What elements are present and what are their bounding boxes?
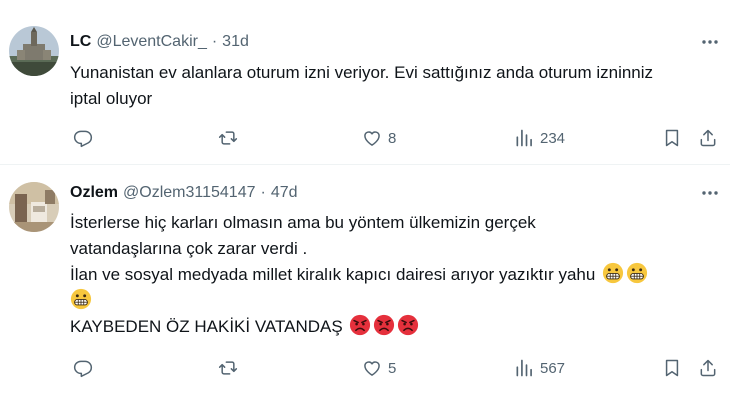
- tweet-header: LC @LeventCakir_ · 31d: [70, 32, 249, 52]
- like-count: 5: [388, 359, 397, 377]
- angry-face-emoji: [349, 314, 371, 336]
- tweet-text-line-with-emoji: KAYBEDEN ÖZ HAKİKİ VATANDAŞ: [70, 314, 720, 340]
- timestamp[interactable]: 47d: [271, 184, 298, 202]
- tweet-text-segment: KAYBEDEN ÖZ HAKİKİ VATANDAŞ: [70, 317, 343, 336]
- tweet[interactable]: Ozlem @Ozlem31154147 · 47d İsterlerse hi…: [0, 166, 730, 420]
- more-icon[interactable]: [700, 183, 720, 203]
- tweet-emoji-line: [70, 288, 720, 314]
- username-handle[interactable]: @Ozlem31154147: [123, 184, 255, 202]
- tweet-text: İsterlerse hiç karları olmasın ama bu yö…: [70, 210, 720, 340]
- share-button[interactable]: [698, 357, 718, 379]
- tweet-actions: 5 567: [70, 357, 722, 379]
- angry-face-emoji: [397, 314, 419, 336]
- like-button[interactable]: 8: [362, 127, 396, 149]
- tweet-header: Ozlem @Ozlem31154147 · 47d: [70, 183, 298, 203]
- bookmark-button[interactable]: [662, 127, 682, 149]
- tweet-text: Yunanistan ev alanlara oturum izni veriy…: [70, 60, 720, 112]
- more-icon[interactable]: [700, 32, 720, 52]
- tweet-text-line: vatandaşlarına çok zarar verdi .: [70, 239, 308, 258]
- grimacing-face-emoji: [70, 288, 92, 310]
- bookmark-button[interactable]: [662, 357, 682, 379]
- separator-dot: ·: [260, 184, 266, 201]
- separator-dot: ·: [211, 33, 218, 50]
- heart-icon: [364, 131, 380, 146]
- reply-icon: [73, 360, 93, 378]
- tweet-text-line: iptal oluyor: [70, 89, 153, 108]
- bookmark-icon: [665, 359, 679, 377]
- timestamp[interactable]: 31d: [222, 33, 249, 51]
- reply-icon: [73, 130, 93, 148]
- view-count: 234: [540, 129, 566, 147]
- views-button[interactable]: 567: [514, 357, 565, 379]
- angry-face-emoji: [373, 314, 395, 336]
- retweet-icon: [218, 131, 238, 145]
- username-handle[interactable]: @LeventCakir_: [96, 33, 207, 51]
- tweet-text-line-with-emoji: İlan ve sosyal medyada millet kiralık ka…: [70, 262, 720, 288]
- share-button[interactable]: [698, 127, 718, 149]
- retweet-button[interactable]: [218, 357, 238, 379]
- display-name[interactable]: Ozlem: [70, 184, 118, 202]
- avatar[interactable]: [9, 26, 59, 76]
- like-count: 8: [388, 129, 397, 147]
- grimacing-face-emoji: [626, 262, 648, 284]
- share-icon: [700, 129, 716, 147]
- like-button[interactable]: 5: [362, 357, 396, 379]
- tweet-text-line: Yunanistan ev alanlara oturum izni veriy…: [70, 63, 654, 82]
- view-count: 567: [540, 359, 566, 377]
- heart-icon: [364, 361, 380, 376]
- retweet-button[interactable]: [218, 127, 238, 149]
- reply-button[interactable]: [73, 127, 93, 149]
- grimacing-face-emoji: [602, 262, 624, 284]
- tweet-divider: [0, 164, 730, 165]
- views-icon: [516, 129, 532, 147]
- building-photo-avatar: [9, 26, 59, 76]
- bookmark-icon: [665, 129, 679, 147]
- views-button[interactable]: 234: [514, 127, 565, 149]
- tweet-actions: 8 234: [70, 127, 722, 149]
- room-photo-avatar: [9, 182, 59, 232]
- share-icon: [700, 359, 716, 377]
- avatar[interactable]: [9, 182, 59, 232]
- retweet-icon: [218, 361, 238, 375]
- reply-button[interactable]: [73, 357, 93, 379]
- views-icon: [516, 359, 532, 377]
- tweet-text-line: İsterlerse hiç karları olmasın ama bu yö…: [70, 213, 536, 232]
- display-name[interactable]: LC: [70, 33, 91, 51]
- tweet[interactable]: LC @LeventCakir_ · 31d Yunanistan ev ala…: [0, 0, 730, 164]
- tweet-text-segment: İlan ve sosyal medyada millet kiralık ka…: [70, 265, 596, 284]
